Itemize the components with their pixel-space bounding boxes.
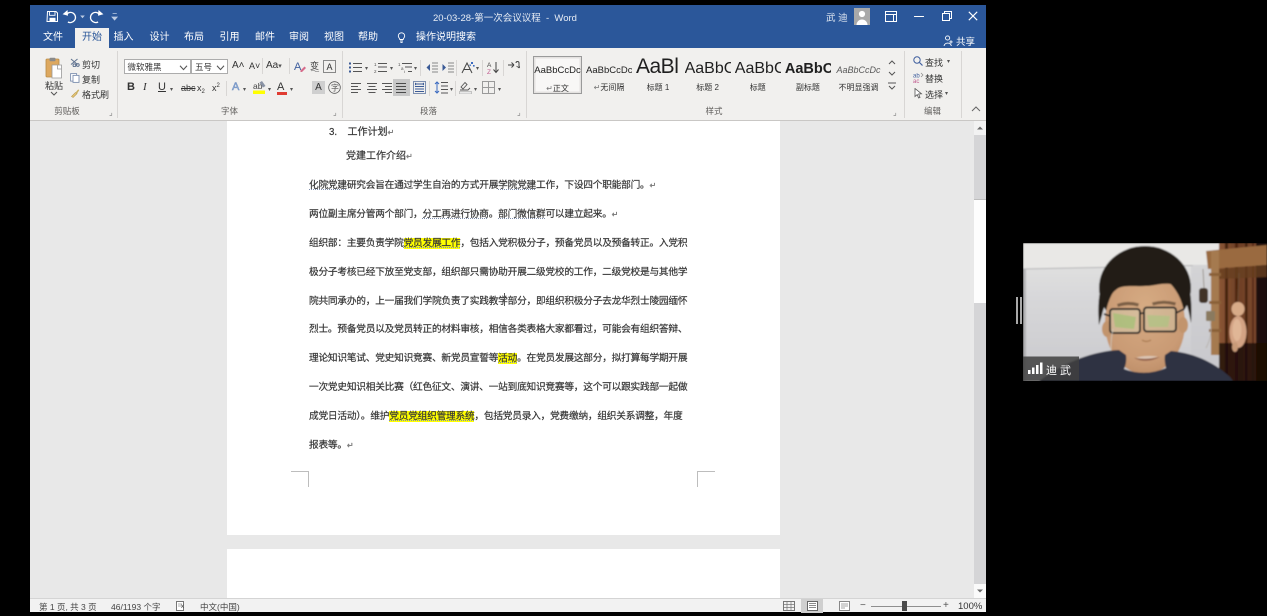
- svg-text:i: i: [404, 70, 405, 74]
- svg-text:x: x: [181, 604, 184, 610]
- svg-text:迪 武: 迪 武: [1046, 364, 1071, 377]
- svg-text:变: 变: [310, 60, 319, 71]
- svg-text:A: A: [487, 62, 492, 69]
- svg-text:Z: Z: [487, 69, 491, 74]
- svg-text:字: 字: [331, 83, 339, 93]
- svg-text:1: 1: [374, 62, 377, 67]
- svg-text:ac: ac: [913, 79, 919, 83]
- svg-text:2: 2: [374, 69, 377, 73]
